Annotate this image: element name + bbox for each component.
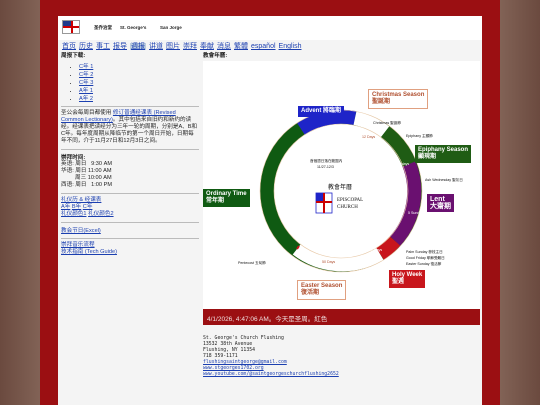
youtube-link[interactable]: www.youtube.com/@saintgeorgeschurchflush…	[203, 372, 339, 377]
site-link[interactable]: www.stgeorges1702.org	[203, 366, 264, 371]
weekly-label: 周报下载:	[61, 53, 86, 59]
christmas-day: Christmas 聖誕節	[373, 121, 401, 125]
calendar-link[interactable]: 礼仪历 & 经课表	[61, 197, 101, 203]
nav-traditional[interactable]: 繁體	[234, 43, 248, 50]
nav-ministry[interactable]: 事工	[96, 43, 110, 50]
excel-link[interactable]: 教会节日(Excel)	[61, 228, 101, 234]
holyweek-ring	[375, 236, 401, 260]
divider	[61, 106, 199, 107]
nav-photos[interactable]: 图片	[166, 43, 180, 50]
logo-line2: CHURCH	[337, 205, 358, 210]
year-title: 教會年曆:	[203, 53, 228, 59]
footer: St. George's Church Flushing 13532 38th …	[203, 336, 339, 377]
ordinary-label: Ordinary Time 常年期	[203, 189, 250, 207]
nav-giving[interactable]: 奉献	[200, 43, 214, 50]
epiphany-label: Epiphany Season 顯現期	[415, 145, 472, 163]
lent-weeks: 5 Sundays	[408, 211, 425, 215]
palm-sunday: Palm Sunday 棕枝主日	[406, 250, 443, 254]
epiphany-day: Epiphany 主顯節	[406, 134, 433, 138]
nav-history[interactable]: 历史	[79, 43, 93, 50]
worship-label: 崇拜时间:	[61, 155, 86, 161]
lent-label: Lent 大齋期	[427, 194, 454, 212]
color-link-2[interactable]: 礼仪颜色2	[88, 211, 114, 217]
advent-note-2: 11/27-12/3	[317, 165, 334, 169]
easter-ring	[292, 243, 384, 272]
nav-sermon[interactable]: 讲道	[149, 43, 163, 50]
advent-label: Advent 將臨期	[298, 106, 345, 117]
worship-schedule: 英语: 周日 9:30 AM 华语: 周日 11:00 AM 周三 10:00 …	[61, 161, 112, 188]
color-link-1[interactable]: 礼仪颜色1	[61, 211, 87, 217]
wheel-center: 教會年曆	[328, 185, 353, 191]
nav-home[interactable]: 首页	[62, 43, 76, 50]
music-link[interactable]: 崇拜音乐流程	[61, 242, 95, 248]
email-link[interactable]: flushingsaintgeorge@gmail.com	[203, 360, 287, 365]
seven-days: 7 Days	[371, 248, 383, 252]
easter-sunday: Easter Sunday 復活節	[406, 262, 442, 266]
advent-note-1: 首個週日落在範圍內	[310, 159, 343, 163]
header-name-en[interactable]: St. George's	[120, 25, 146, 30]
nav-spanish[interactable]: español	[251, 43, 276, 50]
nav-english[interactable]: English	[279, 43, 302, 50]
header-name-es[interactable]: San Jorge	[160, 25, 182, 30]
year-c-link[interactable]: C年	[83, 204, 93, 210]
weekly-link[interactable]: A年 2	[79, 96, 93, 102]
year-b-link[interactable]: B年	[72, 204, 81, 210]
top-nav: 首页 历史 事工 报导 週报 讲道 图片 崇拜 奉献 消息 繁體 español English	[62, 41, 305, 51]
christmas-label: Christmas Season 聖誕期	[368, 89, 429, 109]
church-year-wheel: 教會年曆 首個週日落在範圍內 11/27-12/3 EPISCOPAL CHUR…	[203, 61, 480, 311]
weekly-list: C年 1 C年 2 C年 3 A年 1 A年 2	[79, 62, 199, 102]
fifty-days: 50 Days	[322, 260, 336, 264]
date-bar: 4/1/2026, 4:47:06 AM。今天是圣周。紅色	[203, 309, 480, 325]
twelve-days: 12 Days	[362, 135, 376, 139]
epiphany-weeks: 4-9 Sundays	[389, 162, 410, 166]
pentecost: Pentecost 五旬節	[238, 261, 266, 265]
good-friday: Good Friday 耶穌受難日	[406, 256, 445, 260]
left-column: 周报下载: C年 1 C年 2 C年 3 A年 1 A年 2 圣公会每周目都使用…	[61, 51, 199, 256]
site-header: 圣乔治堂 St. George's San Jorge	[58, 16, 482, 40]
lectionary-paragraph: 圣公会每周目都使用 修订普通经课表 (Revised Common Lectio…	[61, 110, 198, 144]
easter-label: Easter Season 復活期	[297, 280, 347, 300]
divider	[61, 222, 199, 223]
divider	[61, 238, 199, 239]
logo-line1: EPISCOPAL	[337, 198, 364, 203]
nav-worship[interactable]: 崇拜	[183, 43, 197, 50]
lent-ring	[389, 161, 422, 246]
holy-week-label: Holy Week 聖週	[389, 270, 426, 288]
advent-weeks: 4 Sundays	[318, 128, 335, 132]
nav-news[interactable]: 消息	[217, 43, 231, 50]
tech-guide-link[interactable]: 技术指南 (Tech Guide)	[61, 249, 117, 255]
nav-report[interactable]: 报导	[113, 43, 127, 50]
header-name-zh[interactable]: 圣乔治堂	[94, 25, 112, 31]
nav-bulletin[interactable]: 週报	[130, 43, 146, 50]
episcopal-flag-icon	[62, 20, 80, 34]
divider	[61, 193, 199, 194]
divider	[61, 149, 199, 150]
main-column: 教會年曆: 教會年曆 首個週日落在範圍內 11/27-12/3 EPISCOPA…	[203, 51, 480, 311]
page: 圣乔治堂 St. George's San Jorge 首页 历史 事工 报导 週报 讲道…	[58, 16, 482, 405]
year-a-link[interactable]: A年	[61, 204, 70, 210]
ash-wednesday: Ash Wednesday 聖灰日	[425, 178, 463, 182]
